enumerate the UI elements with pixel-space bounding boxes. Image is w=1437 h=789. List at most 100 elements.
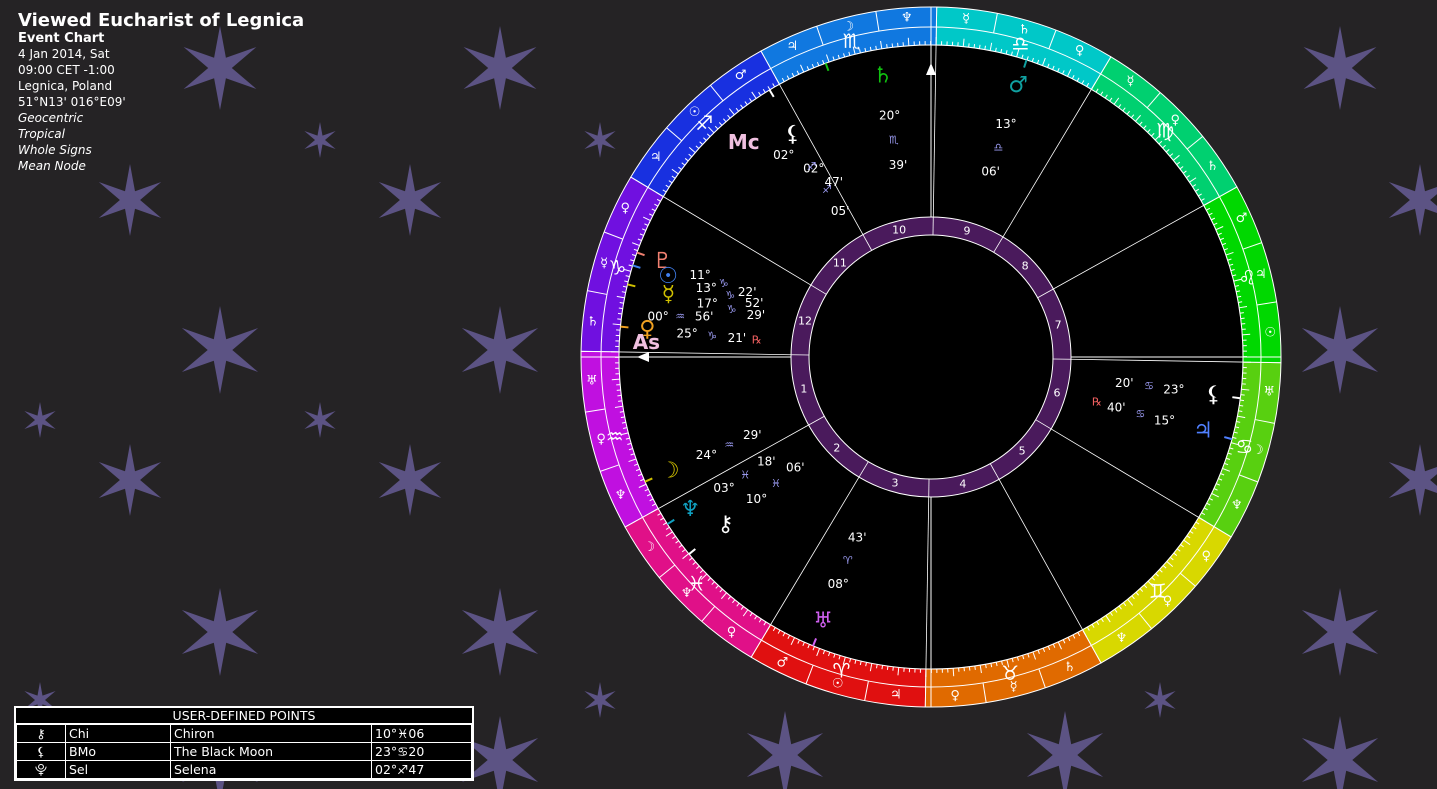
planet-sign-icon: ♋: [1135, 408, 1145, 421]
mc-sign-icon: ♐: [807, 160, 817, 173]
degree-tick: [973, 43, 976, 49]
planet-degree: 15°: [1154, 414, 1175, 428]
degree-tick: [1242, 333, 1251, 336]
planet-minute: 21': [728, 331, 747, 345]
planet-degree: 25°: [676, 326, 697, 340]
selena-icon: ⚸: [785, 122, 801, 147]
user-defined-points-table: USER-DEFINED POINTS ⚷ Chi Chiron 10°♓06 …: [14, 706, 474, 781]
degree-tick: [881, 665, 884, 670]
black-moon-icon: ⚸: [1205, 382, 1221, 407]
selena-icon: ⯓: [16, 760, 66, 779]
planet-degree: 03°: [713, 481, 734, 495]
house-number-5: 5: [1019, 445, 1026, 458]
ruler-icon: ♀: [1202, 549, 1212, 564]
pisces-icon: ♓: [688, 572, 706, 596]
planet-sign-icon: ♏: [889, 134, 899, 147]
degree-tick: [952, 668, 955, 677]
udp-abbr: Chi: [65, 724, 171, 743]
ruler-icon: ☿: [962, 11, 970, 26]
degree-tick: [1238, 301, 1243, 303]
planet-minute: 29': [743, 428, 762, 442]
ruler-icon: ☉: [1264, 325, 1276, 340]
planet-minute: 06': [786, 461, 805, 475]
mc-minute: 47': [825, 175, 844, 189]
ruler-icon: ♃: [1255, 267, 1267, 282]
udp-position: 10°♓06: [371, 724, 472, 743]
libra-icon: ♎: [1012, 32, 1030, 56]
degree-tick: [611, 378, 620, 381]
planet-degree: 10°: [746, 492, 767, 506]
ruler-icon: ♂: [1236, 211, 1248, 226]
table-row[interactable]: ⚷ Chi Chiron 10°♓06: [16, 724, 472, 743]
planet-degree: 23°: [1163, 383, 1184, 397]
ruler-icon: ☽: [1252, 443, 1264, 458]
degree-tick: [617, 312, 623, 315]
house-number-6: 6: [1053, 386, 1060, 399]
planet-sign-icon: ♑: [725, 289, 735, 302]
planet-minute: 18': [757, 454, 776, 468]
planet-tick: [620, 325, 629, 329]
midheaven-label: Mc: [728, 130, 760, 154]
udp-header: USER-DEFINED POINTS: [16, 708, 472, 724]
planet-minute: 29': [747, 308, 766, 322]
degree-tick: [1239, 399, 1245, 402]
degree-tick: [875, 45, 877, 50]
udp-abbr: Sel: [65, 760, 171, 779]
ruler-icon: ♀: [620, 201, 630, 216]
uranus-icon: ♅: [813, 608, 833, 633]
degree-tick: [984, 45, 986, 50]
asc-sign-icon: ♒: [675, 310, 685, 323]
degree-tick: [985, 664, 987, 669]
retrograde-icon: ℞: [752, 334, 762, 347]
ruler-icon: ♀: [950, 689, 960, 704]
degree-tick: [1238, 410, 1243, 412]
planet-minute: 39': [889, 158, 908, 172]
asc-degree: 00°: [648, 310, 669, 324]
ruler-icon: ♄: [1207, 159, 1219, 174]
jupiter-icon: ♃: [1193, 419, 1213, 444]
ruler-icon: ♃: [890, 688, 902, 703]
table-row[interactable]: ⚸ BMo The Black Moon 23°♋20: [16, 742, 472, 761]
planet-sign-icon: ♓: [771, 477, 781, 490]
asc-minute: 56': [695, 310, 714, 324]
udp-abbr: BMo: [65, 742, 171, 761]
neptune-icon: ♆: [680, 497, 700, 522]
house-number-4: 4: [959, 478, 966, 491]
degree-tick: [619, 411, 624, 413]
table-row[interactable]: ⯓ Sel Selena 02°♐47: [16, 760, 472, 779]
house-number-3: 3: [892, 476, 899, 489]
planet-minute: 20': [1115, 376, 1134, 390]
ruler-icon: ♄: [587, 314, 599, 329]
chart-wheel[interactable]: ♂☉♃♈♀☿♄♉♆♀♀♊♆☽♅♋☉♃♂♌♄♀☿♍♀♄☿♎♆☽♃ ♏♂☉♃♐♀☿♄♑…: [0, 0, 1437, 789]
mars-icon: ♂: [1008, 73, 1028, 98]
planet-sign-icon: ♑: [707, 329, 717, 342]
ruler-icon: ♆: [615, 488, 627, 503]
house-number-9: 9: [963, 225, 970, 238]
degree-tick: [1239, 404, 1244, 407]
planet-minute: 40': [1107, 400, 1126, 414]
udp-name: Chiron: [170, 724, 372, 743]
planet-sign-icon: ♑: [727, 303, 737, 316]
house-number-7: 7: [1055, 319, 1062, 332]
house-number-8: 8: [1022, 259, 1029, 272]
planet-minute: 05': [831, 204, 850, 218]
ruler-icon: ♆: [1231, 498, 1243, 513]
ruler-icon: ♆: [1116, 631, 1128, 646]
ruler-icon: ♃: [787, 39, 799, 54]
planet-sign-icon: ♎: [993, 141, 1003, 154]
degree-tick: [886, 665, 889, 671]
udp-position: 23°♋20: [371, 742, 472, 761]
degree-tick: [1239, 312, 1244, 314]
ruler-icon: ☿: [600, 256, 608, 271]
black-moon-icon: ⚸: [16, 742, 66, 761]
ruler-icon: ♄: [1064, 660, 1076, 675]
house-number-1: 1: [800, 382, 807, 395]
house-number-12: 12: [798, 315, 812, 328]
moon-icon: ☽: [660, 458, 680, 483]
chiron-icon: ⚷: [717, 512, 733, 537]
planet-degree: 13°: [995, 117, 1016, 131]
degree-tick: [974, 665, 976, 670]
planet-minute: 06': [981, 164, 1000, 178]
mc-degree: 02°: [773, 148, 794, 162]
virgo-icon: ♍: [1156, 118, 1174, 142]
